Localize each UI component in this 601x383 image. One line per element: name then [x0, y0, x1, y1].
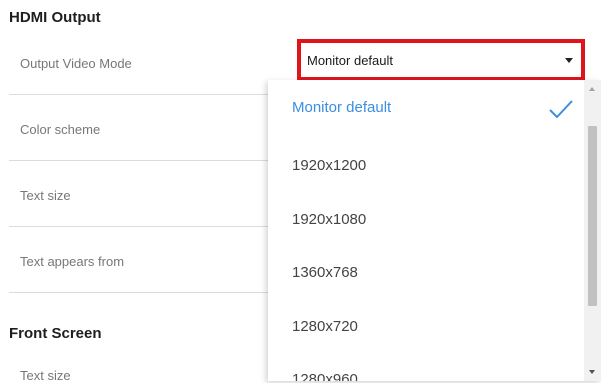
dropdown-scrollbar[interactable] [584, 80, 601, 381]
text-appears-from-label: Text appears from [20, 254, 125, 269]
dropdown-option-1280x720[interactable]: 1280x720 [292, 318, 358, 335]
dropdown-option-1280x960[interactable]: 1280x960 [292, 371, 358, 381]
row-divider [9, 292, 309, 293]
select-current-value: Monitor default [307, 53, 393, 68]
dropdown-option-1360x768[interactable]: 1360x768 [292, 264, 358, 281]
scrollbar-thumb[interactable] [588, 126, 597, 306]
text-size-label: Text size [20, 188, 71, 203]
color-scheme-label: Color scheme [20, 122, 101, 137]
row-divider [9, 160, 309, 161]
output-video-mode-dropdown: Monitor default 1920x1200 1920x1080 1360… [268, 80, 601, 381]
row-divider [9, 226, 309, 227]
dropdown-option-monitor-default[interactable]: Monitor default [292, 99, 391, 116]
dropdown-option-1920x1080[interactable]: 1920x1080 [292, 211, 366, 228]
scroll-up-arrow-icon[interactable] [589, 87, 595, 91]
output-video-mode-select[interactable]: Monitor default [297, 39, 585, 81]
output-video-mode-label: Output Video Mode [20, 56, 132, 71]
chevron-down-icon[interactable] [565, 58, 573, 63]
row-divider [9, 94, 309, 95]
scroll-down-arrow-icon[interactable] [589, 370, 595, 374]
dropdown-option-1920x1200[interactable]: 1920x1200 [292, 157, 366, 174]
hdmi-output-section-title: HDMI Output [9, 9, 101, 26]
front-screen-section-title: Front Screen [9, 325, 102, 342]
checkmark-icon [549, 100, 573, 119]
